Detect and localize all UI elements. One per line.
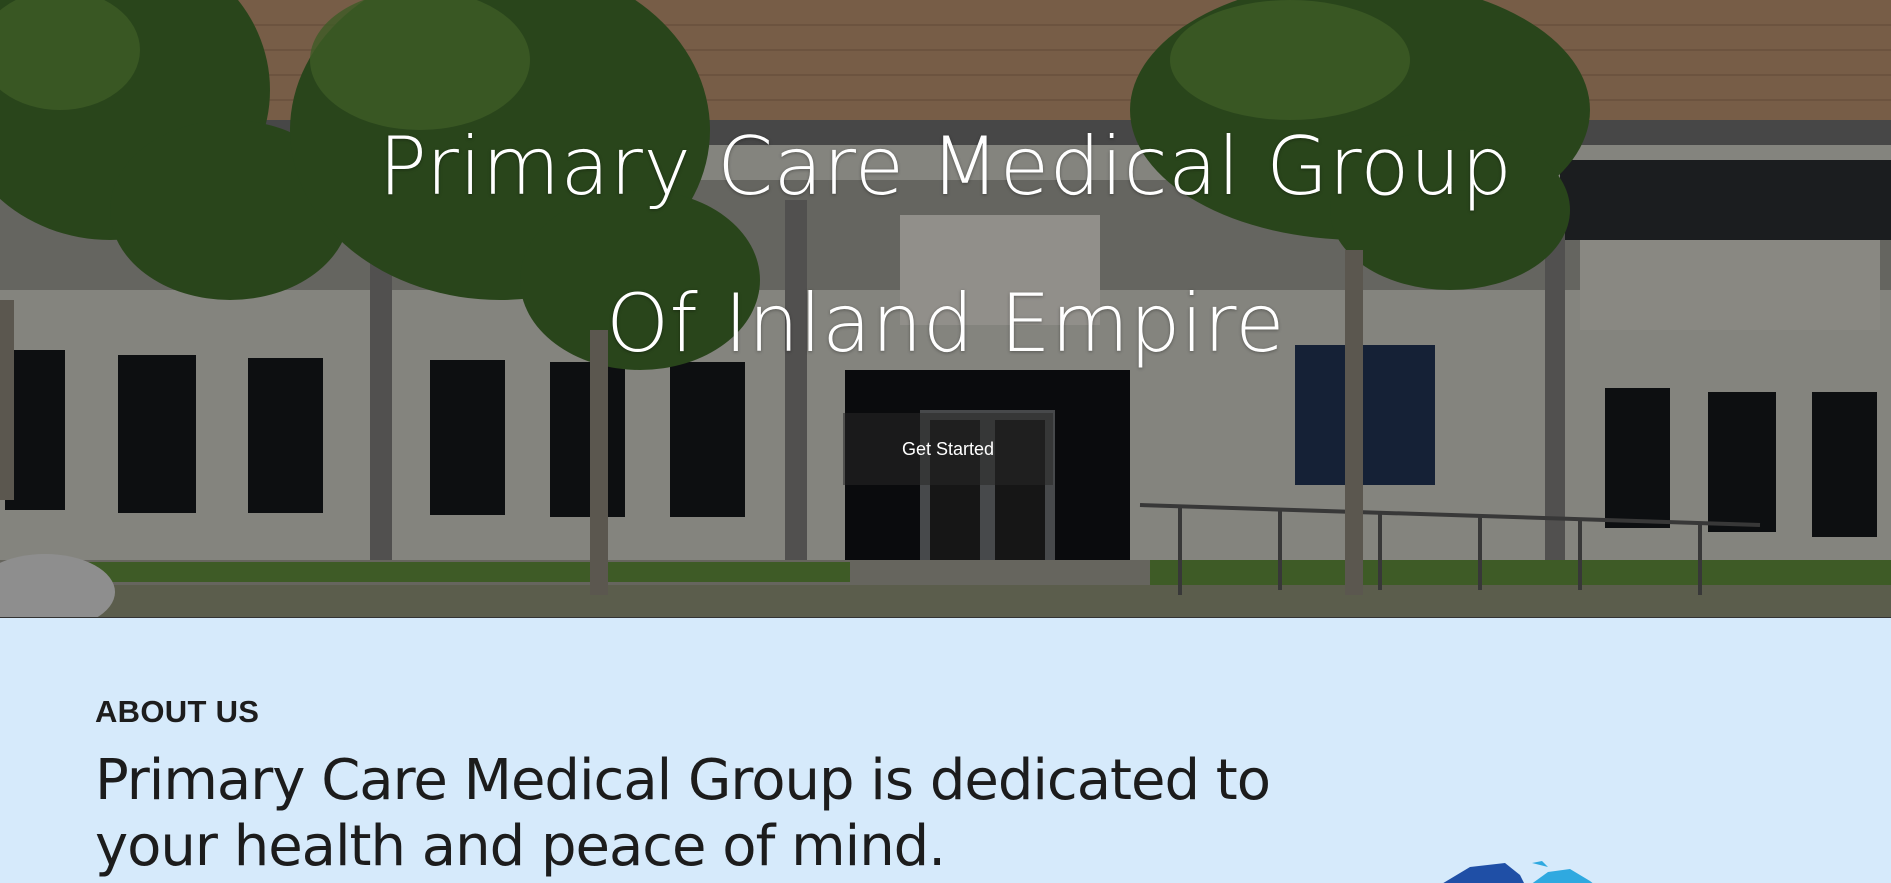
medical-logo-icon <box>1443 861 1593 883</box>
hero-title-line-1: Primary Care Medical Group <box>378 120 1513 213</box>
hero-section: Primary Care Medical Group Of Inland Emp… <box>0 0 1891 618</box>
get-started-button[interactable]: Get Started <box>843 413 1053 485</box>
about-eyebrow: ABOUT US <box>95 694 260 729</box>
about-section: ABOUT US Primary Care Medical Group is d… <box>0 618 1891 883</box>
about-heading: Primary Care Medical Group is dedicated … <box>95 748 1271 879</box>
hero-title: Primary Care Medical Group Of Inland Emp… <box>0 88 1891 402</box>
hero-title-line-2: Of Inland Empire <box>606 277 1285 370</box>
